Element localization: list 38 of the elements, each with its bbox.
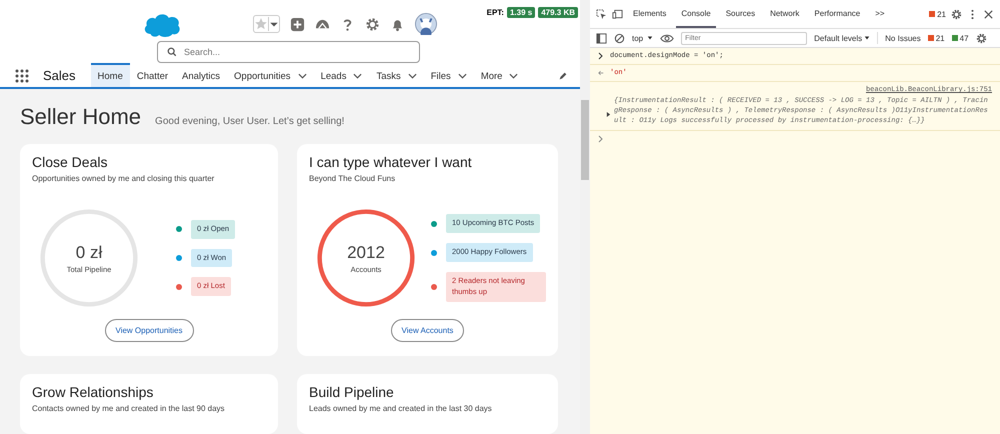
nav-tab[interactable]: Tasks [369,63,424,87]
card-title: I can type whatever I want [309,154,473,170]
nav-tab[interactable]: Files [424,63,474,87]
nav-tab[interactable]: Leads [314,63,370,87]
context-dropdown[interactable]: top [632,34,654,42]
error-count[interactable]: 21 [929,0,946,28]
devtools-tab[interactable]: Elements [628,0,672,28]
nav-tab[interactable]: Opportunities [227,63,314,87]
card-title: Close Deals [32,154,108,170]
levels-dropdown[interactable]: Default levels [814,34,870,42]
card-title: Grow Relationships [32,384,154,400]
greeting: Good evening, User User. Let’s get selling! [155,116,344,127]
card-title: Build Pipeline [309,384,395,400]
nav-tab[interactable]: More [474,63,526,87]
ept-size-badge: 479.3 KB [538,7,578,18]
page-title: Seller Home [20,104,142,130]
ept-time-badge: 1.39 s [506,7,536,18]
card-subtitle: Leads owned by me and created in the last 30 days [309,404,493,413]
search-field[interactable]: Search... [157,41,420,63]
card-subtitle: Beyond The Cloud Funs [309,174,396,183]
nav-tab[interactable]: Chatter [130,63,176,87]
view-button[interactable]: View Accounts [390,319,464,342]
nav-tab[interactable]: Analytics [175,63,228,87]
devtools-tab[interactable]: Network [765,0,804,28]
devtools-tab[interactable]: Sources [720,0,760,28]
devtools-tab[interactable]: Performance [809,0,866,28]
issues-label[interactable]: No Issues [885,34,921,42]
center-value: 2012 [347,242,385,262]
warning-count[interactable]: 47 [952,34,969,42]
more-tabs-button[interactable]: >> [870,0,890,28]
app-name: Sales [43,66,76,85]
card-subtitle: Contacts owned by me and created in the last 90 days [32,404,226,413]
ept-label: EPT: [486,8,504,17]
view-button[interactable]: View Opportunities [104,319,194,342]
card-subtitle: Opportunities owned by me and closing this quarter [32,174,216,183]
error-count[interactable]: 21 [928,34,945,42]
nav-tab[interactable]: Home [90,63,130,87]
center-value: 0 zł [76,242,102,262]
